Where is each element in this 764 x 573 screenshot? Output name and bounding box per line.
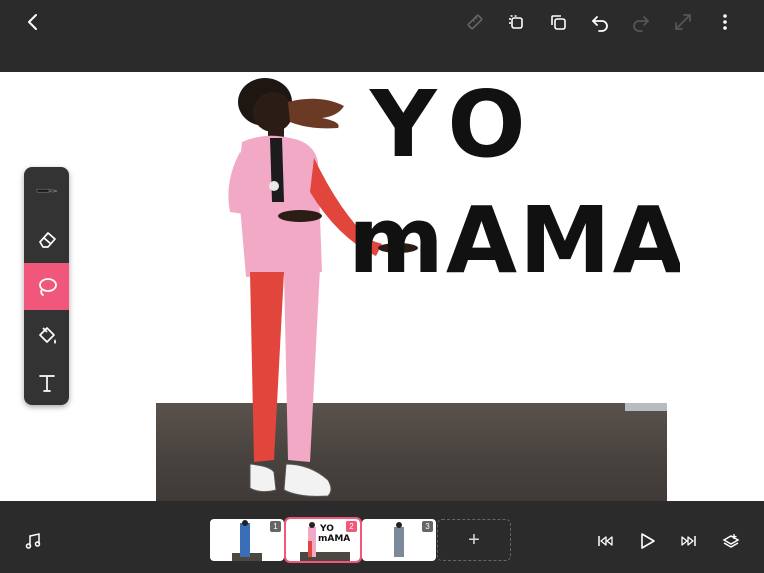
canvas-text-line2: mAMA <box>348 187 680 286</box>
frame-number: 3 <box>422 521 433 532</box>
app-window: YO mAMA 1 YO mAMA 2 3 + <box>0 0 764 573</box>
skip-to-start-button[interactable] <box>593 529 617 553</box>
music-note-icon <box>25 533 41 549</box>
more-options-button[interactable] <box>712 9 738 35</box>
music-button[interactable] <box>21 529 45 553</box>
skip-start-icon <box>598 536 613 546</box>
timeline-frame-1[interactable]: 1 <box>210 519 284 561</box>
pen-icon <box>36 188 57 192</box>
duplicate-icon <box>509 15 523 29</box>
play-icon <box>641 533 655 549</box>
ruler-button[interactable] <box>462 9 488 35</box>
undo-button[interactable] <box>587 9 613 35</box>
redo-button[interactable] <box>628 9 654 35</box>
play-button[interactable] <box>635 529 659 553</box>
back-button[interactable] <box>20 9 46 35</box>
eraser-icon <box>38 231 56 248</box>
layers-button[interactable] <box>719 529 743 553</box>
duplicate-frame-button[interactable] <box>503 9 529 35</box>
ground-edge <box>625 403 667 411</box>
fill-tool[interactable] <box>24 311 69 358</box>
frame-number: 2 <box>346 521 357 532</box>
copy-button[interactable] <box>545 9 571 35</box>
text-tool[interactable] <box>24 359 69 405</box>
timeline-frame-3[interactable]: 3 <box>362 519 436 561</box>
frame-number: 1 <box>270 521 281 532</box>
lasso-icon <box>38 277 57 296</box>
top-bar <box>0 0 764 72</box>
svg-text:YO: YO <box>319 524 334 534</box>
drawing-canvas[interactable]: YO mAMA <box>0 72 764 501</box>
pen-tool[interactable] <box>24 167 69 214</box>
bottom-bar: 1 YO mAMA 2 3 + <box>0 501 764 573</box>
paint-bucket-icon <box>38 326 56 344</box>
tool-panel <box>24 167 69 405</box>
lasso-tool[interactable] <box>24 263 69 310</box>
eraser-tool[interactable] <box>24 215 69 262</box>
undo-icon <box>592 16 608 32</box>
chevron-left-icon <box>28 14 37 30</box>
canvas-text-line1: YO <box>369 76 540 178</box>
handwritten-text: YO mAMA <box>348 76 680 286</box>
text-icon <box>38 374 55 392</box>
more-vertical-icon <box>723 14 727 30</box>
copy-icon <box>551 15 566 30</box>
expand-icon <box>675 14 691 30</box>
svg-text:mAMA: mAMA <box>318 534 350 544</box>
layers-icon <box>722 534 740 548</box>
skip-end-icon <box>681 536 696 546</box>
expand-button[interactable] <box>670 9 696 35</box>
timeline-frame-2[interactable]: YO mAMA 2 <box>284 517 362 563</box>
add-frame-button[interactable]: + <box>437 519 511 561</box>
skip-to-end-button[interactable] <box>677 529 701 553</box>
ruler-icon <box>467 14 483 30</box>
redo-icon <box>633 16 649 32</box>
